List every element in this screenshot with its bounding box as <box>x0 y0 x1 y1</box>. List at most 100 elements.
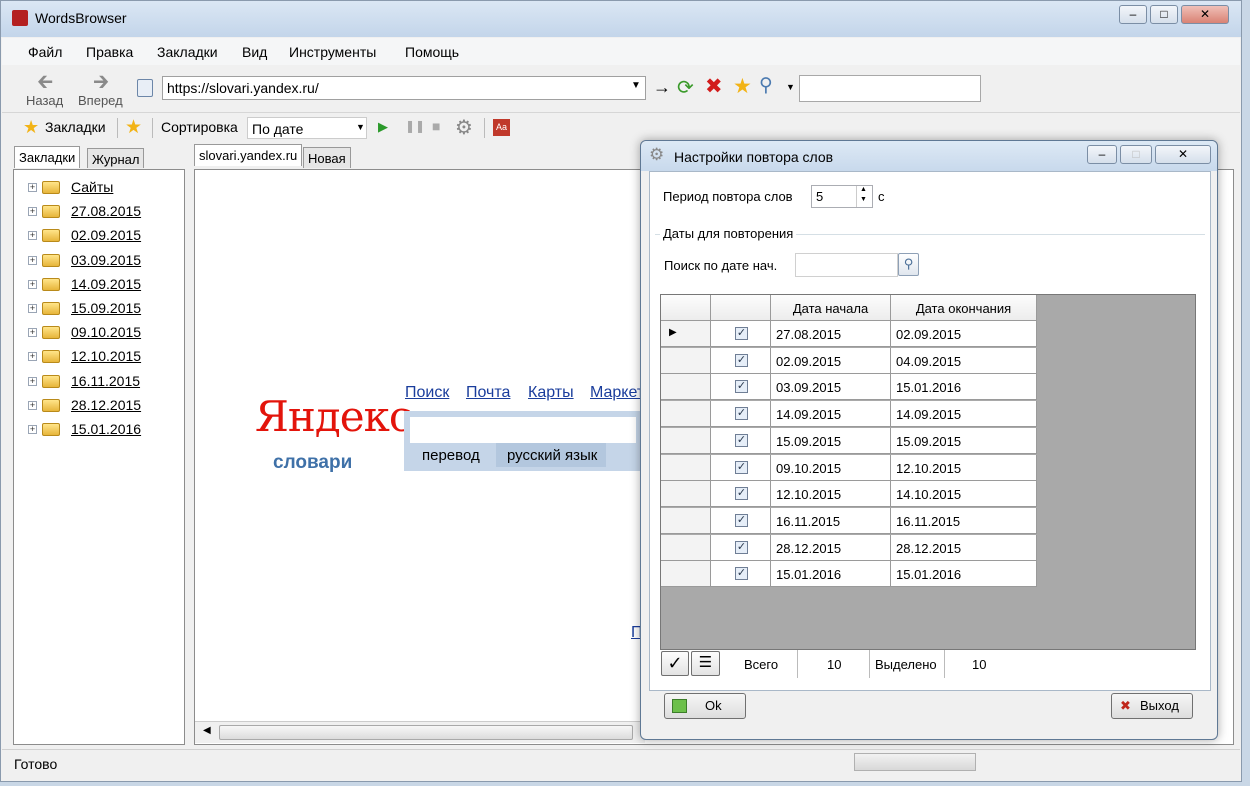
pill-translation[interactable]: перевод <box>422 447 480 464</box>
row-checkbox-cell[interactable]: ✓ <box>711 427 771 454</box>
row-end-date[interactable]: 15.01.2016 <box>891 561 1037 588</box>
row-checkbox-cell[interactable]: ✓ <box>711 534 771 561</box>
row-end-date[interactable]: 02.09.2015 <box>891 321 1037 347</box>
row-header[interactable] <box>661 401 711 428</box>
exit-button[interactable]: ✖ Выход <box>1111 693 1193 719</box>
tab-bookmarks[interactable]: Закладки <box>14 146 81 168</box>
yandex-search-input[interactable] <box>410 417 636 443</box>
search-input[interactable] <box>799 75 981 102</box>
row-start-date[interactable]: 15.01.2016 <box>771 561 891 588</box>
row-end-date[interactable]: 16.11.2015 <box>891 507 1037 534</box>
url-input[interactable]: https://slovari.yandex.ru/ <box>162 76 646 100</box>
expand-icon[interactable]: + <box>28 328 37 338</box>
row-checkbox[interactable]: ✓ <box>735 460 748 474</box>
url-dropdown-icon[interactable]: ▼ <box>631 80 641 91</box>
search-icon[interactable]: ⚲ <box>759 74 773 97</box>
row-end-date[interactable]: 14.10.2015 <box>891 481 1037 508</box>
expand-icon[interactable]: + <box>28 376 37 386</box>
row-checkbox[interactable]: ✓ <box>735 513 748 527</box>
row-checkbox[interactable]: ✓ <box>735 407 748 421</box>
sort-dropdown-icon[interactable]: ▼ <box>356 122 365 132</box>
row-checkbox[interactable]: ✓ <box>735 540 748 554</box>
row-end-date[interactable]: 15.01.2016 <box>891 374 1037 401</box>
row-checkbox-cell[interactable]: ✓ <box>711 321 771 347</box>
row-checkbox[interactable]: ✓ <box>735 433 748 447</box>
play-icon[interactable]: ▶ <box>378 119 388 135</box>
row-header[interactable] <box>661 374 711 401</box>
menu-view[interactable]: Вид <box>242 44 267 60</box>
search-date-button[interactable]: ⚲ <box>898 253 919 276</box>
list-view-button[interactable]: ☰ <box>691 651 720 676</box>
period-stepper[interactable]: ▲ ▼ <box>856 186 872 207</box>
scroll-thumb[interactable] <box>219 725 633 740</box>
maximize-button[interactable]: □ <box>1150 5 1178 24</box>
refresh-icon[interactable]: ⟳ <box>677 75 694 100</box>
row-header[interactable] <box>661 481 711 508</box>
menu-bookmarks[interactable]: Закладки <box>157 44 218 60</box>
row-checkbox-cell[interactable]: ✓ <box>711 481 771 508</box>
header-end-date[interactable]: Дата окончания <box>891 295 1037 321</box>
stepper-up-icon[interactable]: ▲ <box>860 186 867 193</box>
link-search[interactable]: Поиск <box>405 384 449 402</box>
link-maps[interactable]: Карты <box>528 384 574 402</box>
row-checkbox[interactable]: ✓ <box>735 380 748 394</box>
row-header[interactable] <box>661 507 711 534</box>
tab-new[interactable]: Новая <box>303 147 351 168</box>
header-start-date[interactable]: Дата начала <box>771 295 891 321</box>
row-start-date[interactable]: 02.09.2015 <box>771 347 891 374</box>
pause-icon[interactable]: ❚❚ <box>405 119 425 133</box>
row-checkbox-cell[interactable]: ✓ <box>711 454 771 481</box>
favorite-star-icon[interactable]: ★ <box>733 74 752 99</box>
row-start-date[interactable]: 28.12.2015 <box>771 534 891 561</box>
check-all-button[interactable]: ✓ <box>661 651 689 676</box>
stop-icon[interactable]: ✖ <box>705 74 723 99</box>
forward-button[interactable]: 🡲 Вперед <box>78 67 130 111</box>
settings-gear-icon[interactable]: ⚙ <box>455 115 473 140</box>
bookmarks-button[interactable]: Закладки <box>45 119 106 135</box>
dictionary-icon[interactable]: Aa <box>493 119 510 136</box>
row-end-date[interactable]: 28.12.2015 <box>891 534 1037 561</box>
link-mail[interactable]: Почта <box>466 384 510 402</box>
expand-icon[interactable]: + <box>28 400 37 410</box>
row-end-date[interactable]: 04.09.2015 <box>891 347 1037 374</box>
ok-button[interactable]: Ok <box>664 693 746 719</box>
pill-russian[interactable]: русский язык <box>507 447 597 464</box>
row-start-date[interactable]: 12.10.2015 <box>771 481 891 508</box>
row-checkbox[interactable]: ✓ <box>735 487 748 501</box>
tab-history[interactable]: Журнал <box>87 148 145 168</box>
menu-tools[interactable]: Инструменты <box>289 44 376 60</box>
dialog-maximize-button[interactable]: □ <box>1120 145 1152 164</box>
tab-slovari[interactable]: slovari.yandex.ru <box>194 144 303 166</box>
add-bookmark-icon[interactable]: ★ <box>125 116 142 139</box>
row-start-date[interactable]: 03.09.2015 <box>771 374 891 401</box>
row-checkbox-cell[interactable]: ✓ <box>711 507 771 534</box>
expand-icon[interactable]: + <box>28 304 37 313</box>
row-start-date[interactable]: 14.09.2015 <box>771 401 891 428</box>
menu-help[interactable]: Помощь <box>405 44 459 60</box>
row-header[interactable] <box>661 454 711 481</box>
expand-icon[interactable]: + <box>28 279 37 289</box>
row-header[interactable] <box>661 347 711 374</box>
dialog-close-button[interactable]: ✕ <box>1155 145 1211 164</box>
expand-icon[interactable]: + <box>28 255 37 265</box>
horizontal-scrollbar[interactable]: ◀ <box>195 721 645 743</box>
back-button[interactable]: 🡰 Назад <box>26 67 70 111</box>
stop-square-icon[interactable]: ■ <box>432 118 440 134</box>
row-start-date[interactable]: 15.09.2015 <box>771 427 891 454</box>
expand-icon[interactable]: + <box>28 352 37 362</box>
scroll-left-icon[interactable]: ◀ <box>203 725 211 736</box>
stepper-down-icon[interactable]: ▼ <box>860 196 867 203</box>
row-start-date[interactable]: 16.11.2015 <box>771 507 891 534</box>
row-header[interactable] <box>661 561 711 588</box>
row-start-date[interactable]: 09.10.2015 <box>771 454 891 481</box>
search-date-input[interactable] <box>795 253 898 277</box>
sort-select[interactable]: По дате <box>247 117 367 139</box>
row-header[interactable] <box>661 534 711 561</box>
row-header[interactable]: ▶ <box>661 321 711 347</box>
expand-icon[interactable]: + <box>28 425 37 434</box>
row-checkbox[interactable]: ✓ <box>735 567 748 581</box>
row-end-date[interactable]: 12.10.2015 <box>891 454 1037 481</box>
row-checkbox-cell[interactable]: ✓ <box>711 347 771 374</box>
row-checkbox[interactable]: ✓ <box>735 353 748 367</box>
menu-edit[interactable]: Правка <box>86 44 133 60</box>
